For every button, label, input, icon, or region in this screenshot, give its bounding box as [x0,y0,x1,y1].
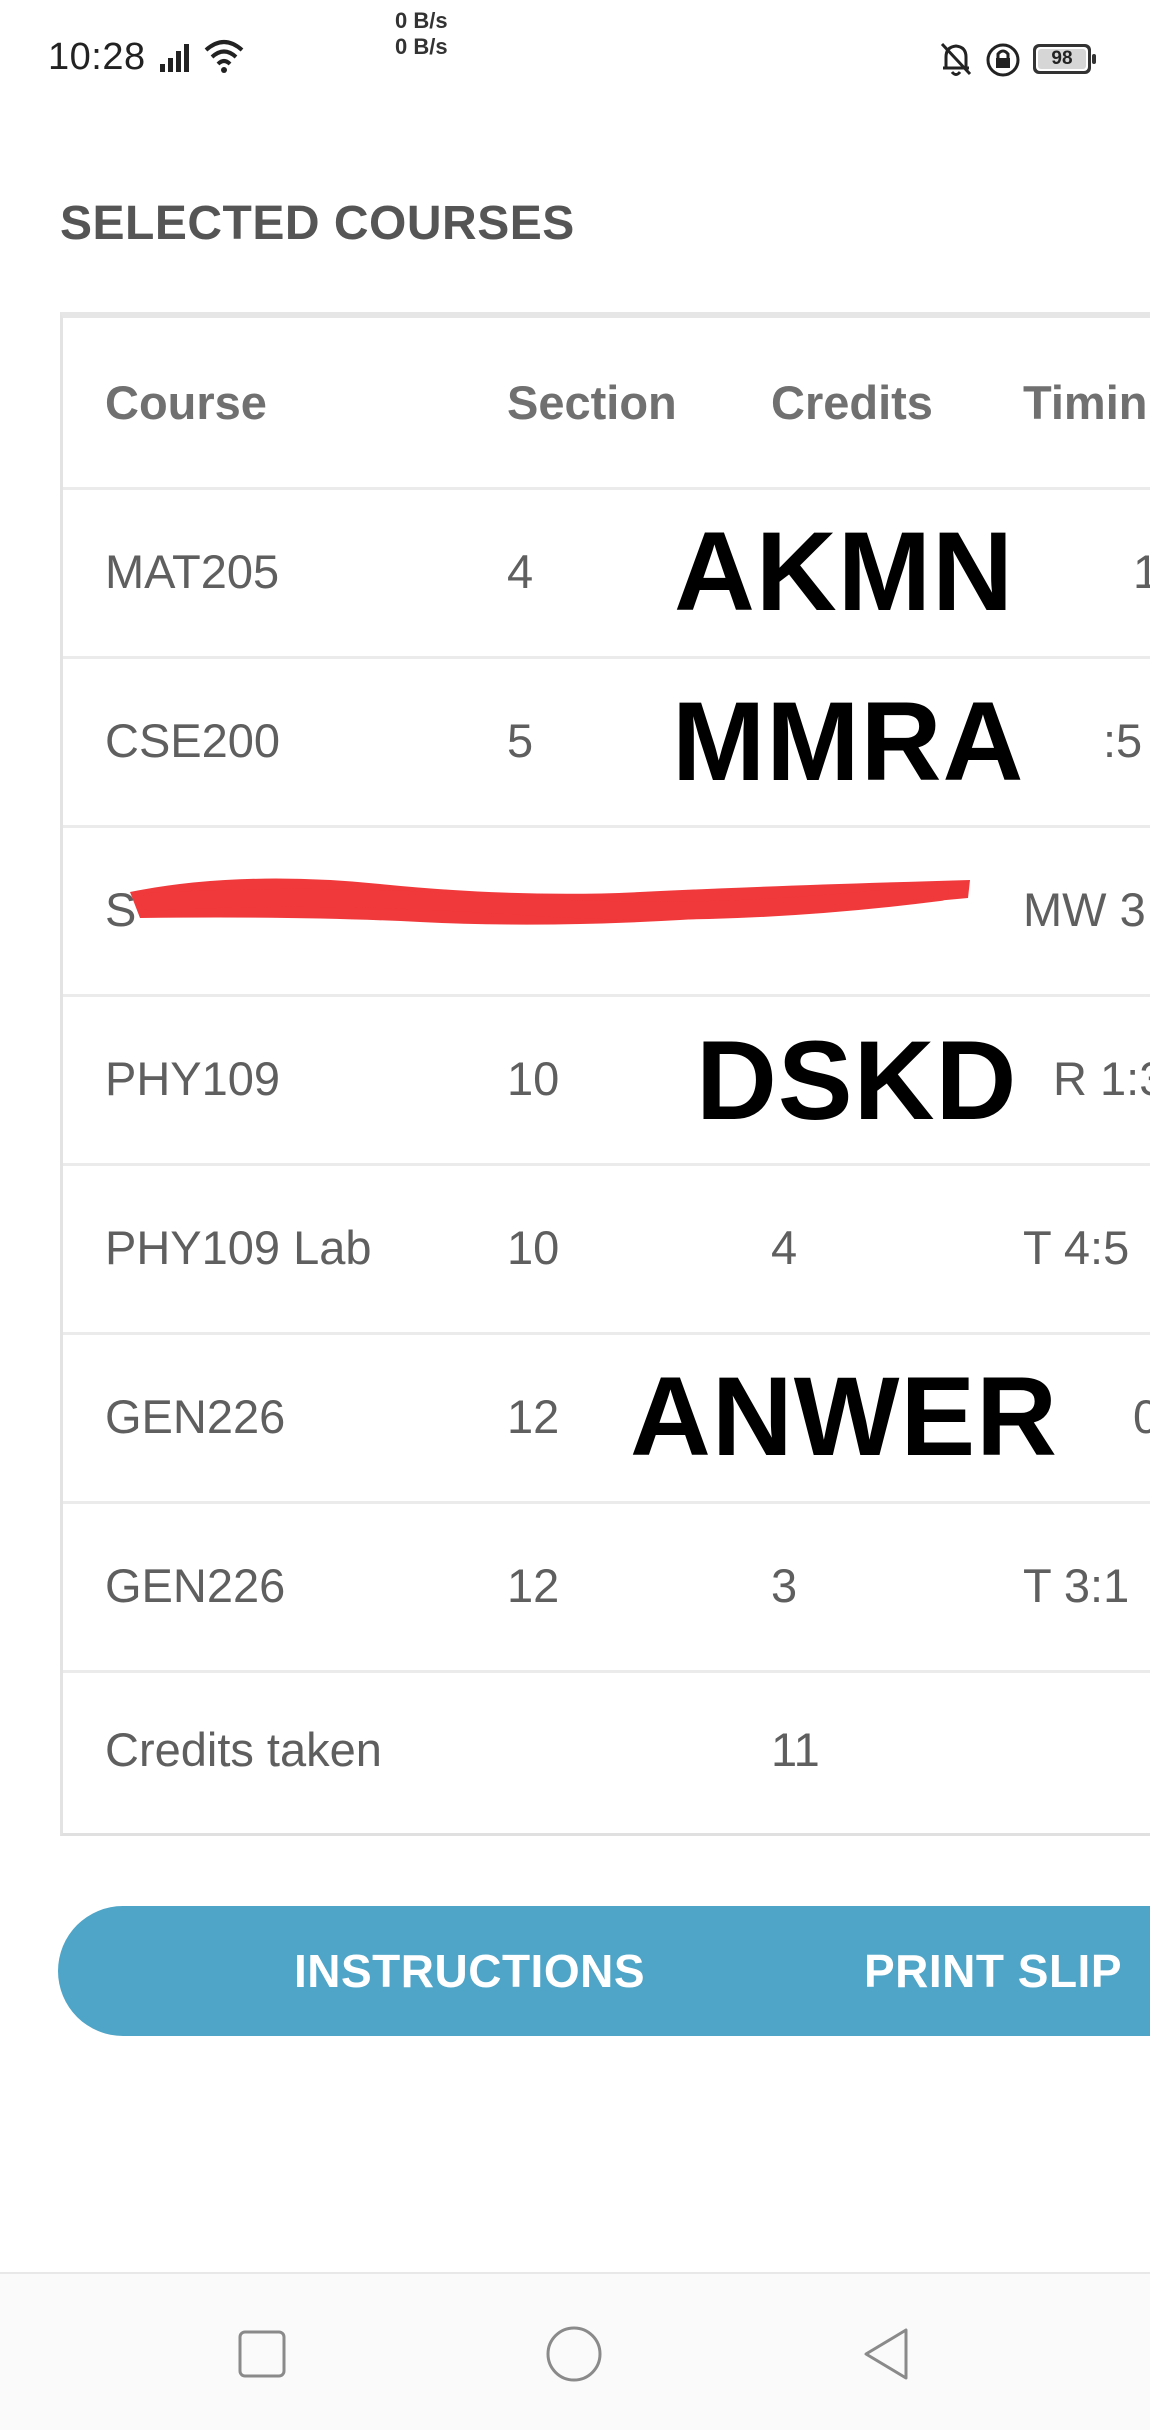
status-bar: 10:28 0 B/s 0 B/s 98 [0,0,1150,110]
overlay-label: MMRA [648,667,1049,817]
cell-timing: T 3:1 [1023,1559,1130,1612]
overlay-label: AKMN [650,497,1038,647]
cell-timing: T 4:5 [1023,1221,1130,1274]
header-course: Course [105,376,267,429]
status-time: 10:28 [48,36,146,78]
page-title: SELECTED COURSES [60,197,575,250]
cell-course: GEN226 [105,1390,286,1443]
header-credits: Credits [771,376,933,429]
cell-section: 12 [507,1559,560,1612]
network-speed: 0 B/s 0 B/s [395,8,448,60]
cell-credits: 4 [771,1221,798,1274]
footer-credits: 11 [771,1723,820,1776]
cell-timing: :5 [1103,714,1143,767]
cell-course: GEN226 [105,1559,286,1612]
cell-section: 10 [507,1052,560,1105]
battery-level: 98 [1038,49,1086,69]
cell-timing: 0 [1133,1390,1150,1443]
overlay-label: DSKD [666,1006,1048,1156]
cell-course: CSE200 [105,714,281,767]
action-bar: INSTRUCTIONS PRINT SLIP [58,1906,1150,2036]
cell-section: 4 [507,545,534,598]
speed-download: 0 B/s [395,34,448,59]
print-slip-button[interactable]: PRINT SLIP [864,1906,1122,2036]
table-footer-row: Credits taken 11 [63,1670,1150,1830]
cell-timing: 1 [1133,545,1150,598]
overlay-label: ANWER [600,1342,1089,1492]
bell-muted-icon [940,42,972,76]
cell-course: PHY109 [105,1052,281,1105]
cell-timing: MW 3 [1023,883,1146,936]
table-row: PHY109 Lab 10 4 T 4:5 [63,1163,1150,1335]
cell-timing: R 1:3 [1053,1052,1150,1105]
speed-upload: 0 B/s [395,8,448,33]
cell-credits: 3 [771,1559,798,1612]
cell-section: 10 [507,1221,560,1274]
header-timing: Timin [1023,376,1148,429]
wifi-icon [204,40,244,73]
instructions-button[interactable]: INSTRUCTIONS [294,1906,645,2036]
footer-label: Credits taken [105,1723,382,1776]
cell-section: 12 [507,1390,560,1443]
home-icon[interactable] [544,2324,604,2384]
back-icon[interactable] [858,2324,918,2384]
system-nav-bar [0,2272,1150,2430]
signal-icon [160,44,189,72]
table-row: GEN226 12 3 T 3:1 [63,1501,1150,1673]
cell-section: 5 [507,714,534,767]
cell-course: MAT205 [105,545,280,598]
battery-icon: 98 [1033,44,1097,76]
cell-course: PHY109 Lab [105,1221,372,1274]
lock-rotation-icon [986,43,1020,77]
header-section: Section [507,376,677,429]
recent-apps-icon[interactable] [232,2324,292,2384]
table-header-row: Course Section Credits Timin [63,318,1150,490]
redaction-scribble [130,878,970,925]
